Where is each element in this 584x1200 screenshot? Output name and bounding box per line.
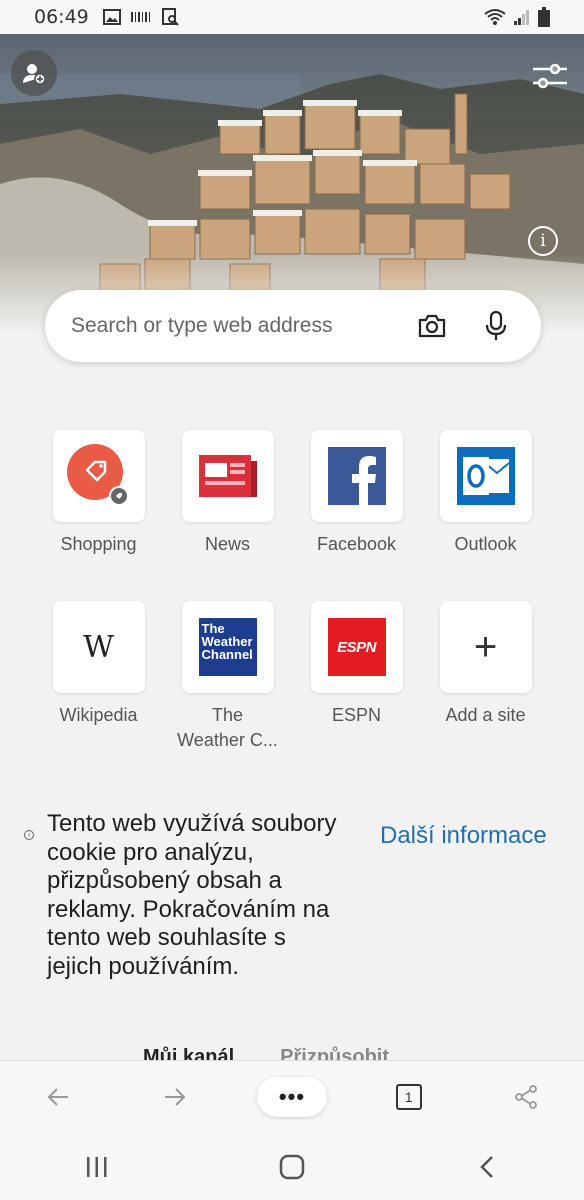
top-site-label: The Weather C... (177, 705, 278, 750)
more-menu-button[interactable]: ••• (256, 1076, 327, 1117)
forward-button[interactable] (117, 1087, 234, 1107)
recent-apps-icon (87, 1156, 107, 1177)
battery-icon (538, 7, 550, 27)
microphone-icon[interactable] (485, 311, 507, 341)
system-back-icon (479, 1155, 493, 1178)
background-image (0, 34, 584, 334)
top-site-weather-channel[interactable]: The Weather Channel The Weather C... (163, 601, 292, 753)
status-bar: 06:49 (0, 0, 584, 34)
home-icon (279, 1154, 305, 1179)
top-site-label: News (204, 534, 250, 554)
info-icon: i (24, 830, 34, 840)
search-box[interactable]: Search or type web address (45, 290, 541, 362)
facebook-icon (327, 447, 386, 505)
top-site-label: Outlook (454, 534, 517, 554)
top-site-outlook[interactable]: Outlook (421, 430, 550, 557)
add-site-tile[interactable]: + Add a site (421, 601, 550, 753)
browser-toolbar: ••• 1 (0, 1060, 584, 1132)
camera-icon[interactable] (417, 313, 447, 339)
status-time: 06:49 (34, 6, 89, 28)
home-button[interactable] (195, 1154, 390, 1180)
shopping-tag-icon (66, 444, 129, 506)
espn-icon: ESPN (327, 618, 386, 676)
cookie-notice-text: Tento web využívá soubory cookie pro ana… (47, 810, 337, 980)
top-site-label: Wikipedia (59, 705, 138, 725)
system-nav-bar (0, 1133, 584, 1200)
page-settings-icon (533, 63, 567, 89)
add-profile-icon (23, 64, 46, 85)
forward-arrow-icon (165, 1087, 186, 1106)
barcode-icon (130, 12, 150, 22)
recent-apps-button[interactable] (0, 1156, 195, 1177)
top-site-facebook[interactable]: Facebook (292, 430, 421, 557)
more-info-link[interactable]: Další informace (380, 822, 547, 982)
image-icon (102, 9, 121, 25)
system-back-button[interactable] (389, 1155, 584, 1179)
top-site-espn[interactable]: ESPN ESPN (292, 601, 421, 753)
tab-count-badge: 1 (395, 1083, 422, 1110)
image-info-button[interactable]: i (528, 226, 558, 256)
wikipedia-icon: W (83, 629, 114, 665)
signal-icon (514, 10, 529, 25)
share-button[interactable] (467, 1084, 584, 1109)
top-site-shopping[interactable]: Shopping (34, 430, 163, 557)
news-icon (198, 455, 257, 497)
share-icon (514, 1084, 537, 1109)
wifi-icon (484, 9, 506, 25)
tabs-button[interactable]: 1 (350, 1083, 467, 1110)
top-site-news[interactable]: News (163, 430, 292, 557)
search-input[interactable]: Search or type web address (71, 314, 417, 338)
back-button[interactable] (0, 1087, 117, 1107)
page-settings-button[interactable] (528, 56, 572, 96)
top-site-label: Add a site (445, 705, 526, 725)
top-sites: Shopping News Facebook Outlook W Wikiped… (34, 430, 550, 797)
cookie-notice: i Tento web využívá soubory cookie pro a… (24, 810, 564, 982)
top-site-label: ESPN (331, 705, 382, 725)
top-site-label: Facebook (316, 534, 397, 554)
profile-button[interactable] (11, 50, 57, 96)
outlook-icon (456, 447, 515, 505)
top-site-wikipedia[interactable]: W Wikipedia (34, 601, 163, 753)
screenshot-icon (161, 8, 179, 26)
weather-channel-icon: The Weather Channel (198, 618, 257, 676)
back-arrow-icon (47, 1087, 69, 1106)
plus-icon: + (473, 624, 498, 669)
top-site-label: Shopping (60, 534, 137, 554)
